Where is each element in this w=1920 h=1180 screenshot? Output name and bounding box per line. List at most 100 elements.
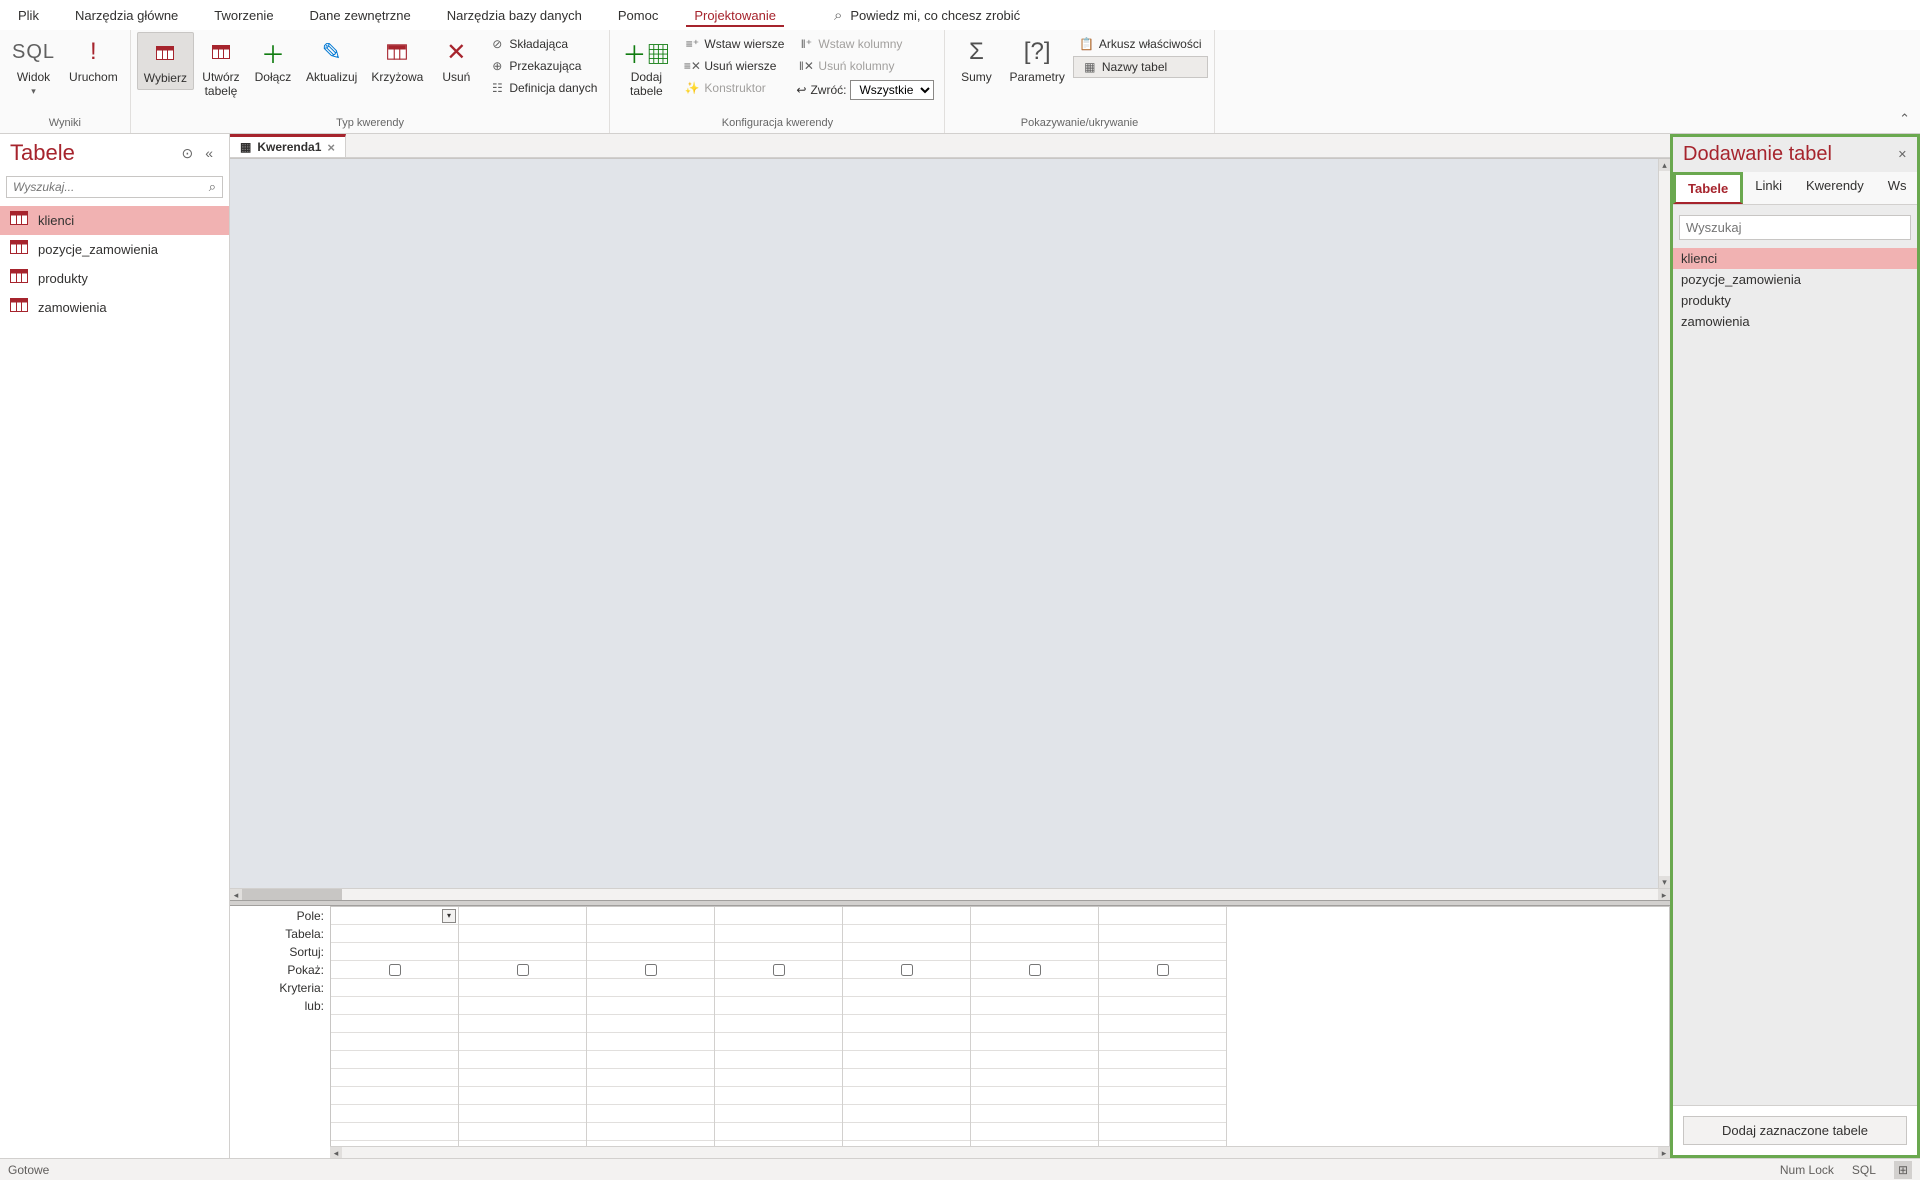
nav-item-zamowienia[interactable]: zamowienia — [0, 293, 229, 322]
grid-cell-or[interactable] — [715, 1051, 842, 1069]
tab-tabele[interactable]: Tabele — [1673, 172, 1743, 204]
grid-cell-pokaz[interactable] — [971, 961, 1098, 979]
grid-cell-kryteria[interactable] — [331, 979, 458, 997]
grid-cell-pole[interactable]: ▾ — [331, 907, 458, 925]
grid-cell-or[interactable] — [587, 1033, 714, 1051]
grid-cell-pokaz[interactable] — [715, 961, 842, 979]
horizontal-scrollbar[interactable]: ◂ ▸ — [230, 888, 1670, 900]
scroll-left-icon[interactable]: ◂ — [330, 1147, 342, 1158]
grid-cell-kryteria[interactable] — [459, 979, 586, 997]
grid-cell-pole[interactable] — [715, 907, 842, 925]
grid-cell-or[interactable] — [715, 1069, 842, 1087]
grid-cell-or[interactable] — [1099, 1069, 1226, 1087]
definicja-danych-button[interactable]: ☷ Definicja danych — [483, 78, 603, 98]
grid-cell-or[interactable] — [459, 1015, 586, 1033]
grid-cell-sortuj[interactable] — [459, 943, 586, 961]
grid-cell-pole[interactable] — [971, 907, 1098, 925]
usun-button[interactable]: ✕ Usuń — [431, 32, 481, 88]
arkusz-wlasciwosci-button[interactable]: 📋 Arkusz właściwości — [1073, 34, 1208, 54]
menu-narzedzia-bazy-danych[interactable]: Narzędzia bazy danych — [439, 4, 590, 27]
panel-search-input[interactable] — [1680, 216, 1910, 239]
grid-cell-tabela[interactable] — [459, 925, 586, 943]
dolacz-button[interactable]: ＋ Dołącz — [248, 32, 298, 88]
collapse-ribbon-button[interactable]: ⌃ — [1889, 105, 1920, 133]
grid-cell-or[interactable] — [843, 1123, 970, 1141]
krzyzowa-button[interactable]: Krzyżowa — [365, 32, 429, 88]
grid-cell-or[interactable] — [843, 1051, 970, 1069]
nav-search-input[interactable] — [7, 177, 203, 197]
grid-cell-sortuj[interactable] — [587, 943, 714, 961]
grid-cell-or[interactable] — [587, 1123, 714, 1141]
grid-cell-or[interactable] — [459, 997, 586, 1015]
menu-projektowanie[interactable]: Projektowanie — [686, 4, 784, 27]
nav-item-klienci[interactable]: klienci — [0, 206, 229, 235]
grid-cell-tabela[interactable] — [331, 925, 458, 943]
grid-cell-pokaz[interactable] — [331, 961, 458, 979]
grid-cell-or[interactable] — [843, 997, 970, 1015]
show-checkbox[interactable] — [901, 964, 913, 976]
close-tab-button[interactable]: × — [327, 140, 335, 155]
parametry-button[interactable]: [?] Parametry — [1003, 32, 1070, 88]
nazwy-tabel-button[interactable]: ▦ Nazwy tabel — [1073, 56, 1208, 78]
grid-cell-or[interactable] — [587, 1015, 714, 1033]
wybierz-button[interactable]: Wybierz — [137, 32, 194, 90]
grid-cell-tabela[interactable] — [1099, 925, 1226, 943]
grid-cell-or[interactable] — [715, 1033, 842, 1051]
grid-cell-or[interactable] — [971, 1123, 1098, 1141]
grid-cell-or[interactable] — [587, 1051, 714, 1069]
grid-cell-pokaz[interactable] — [843, 961, 970, 979]
grid-cell-pokaz[interactable] — [459, 961, 586, 979]
grid-cell-or[interactable] — [459, 1087, 586, 1105]
grid-cell-kryteria[interactable] — [1099, 979, 1226, 997]
field-dropdown-icon[interactable]: ▾ — [442, 909, 456, 923]
nav-item-produkty[interactable]: produkty — [0, 264, 229, 293]
show-checkbox[interactable] — [1029, 964, 1041, 976]
usun-wiersze-button[interactable]: ≡✕ Usuń wiersze — [678, 56, 790, 76]
list-item-produkty[interactable]: produkty — [1673, 290, 1917, 311]
grid-cell-tabela[interactable] — [843, 925, 970, 943]
grid-cell-or[interactable] — [331, 1087, 458, 1105]
tab-kwerendy[interactable]: Kwerendy — [1794, 172, 1876, 204]
sumy-button[interactable]: Σ Sumy — [951, 32, 1001, 88]
grid-cell-or[interactable] — [1099, 1051, 1226, 1069]
menu-narzedzia-glowne[interactable]: Narzędzia główne — [67, 4, 186, 27]
grid-cell-or[interactable] — [971, 1087, 1098, 1105]
grid-cell-tabela[interactable] — [587, 925, 714, 943]
grid-cell-or[interactable] — [587, 1069, 714, 1087]
grid-cell-or[interactable] — [459, 1033, 586, 1051]
grid-cell-or[interactable] — [1099, 1123, 1226, 1141]
nav-dropdown-icon[interactable]: ⊙ — [175, 143, 199, 164]
dodaj-tabele-button[interactable]: ＋▦ Dodaj tabele — [616, 32, 676, 103]
grid-cell-pole[interactable] — [587, 907, 714, 925]
utworz-tabele-button[interactable]: Utwórz tabelę — [196, 32, 246, 103]
list-item-pozycje-zamowienia[interactable]: pozycje_zamowienia — [1673, 269, 1917, 290]
grid-cell-pokaz[interactable] — [587, 961, 714, 979]
show-checkbox[interactable] — [1157, 964, 1169, 976]
grid-cell-sortuj[interactable] — [971, 943, 1098, 961]
grid-cell-or[interactable] — [459, 1123, 586, 1141]
grid-cell-or[interactable] — [843, 1105, 970, 1123]
menu-tworzenie[interactable]: Tworzenie — [206, 4, 281, 27]
doc-tab-kwerenda1[interactable]: ▦ Kwerenda1 × — [230, 134, 346, 157]
grid-cell-kryteria[interactable] — [715, 979, 842, 997]
grid-cell-pole[interactable] — [459, 907, 586, 925]
aktualizuj-button[interactable]: ✎ Aktualizuj — [300, 32, 363, 88]
menu-pomoc[interactable]: Pomoc — [610, 4, 666, 27]
view-sql-button[interactable]: SQL — [1848, 1161, 1880, 1179]
grid-cell-or[interactable] — [331, 1033, 458, 1051]
show-checkbox[interactable] — [773, 964, 785, 976]
grid-cell-sortuj[interactable] — [843, 943, 970, 961]
grid-cell-or[interactable] — [715, 1015, 842, 1033]
show-checkbox[interactable] — [645, 964, 657, 976]
close-panel-button[interactable]: ✕ — [1898, 148, 1907, 161]
wstaw-wiersze-button[interactable]: ≡⁺ Wstaw wiersze — [678, 34, 790, 54]
grid-cell-or[interactable] — [843, 1087, 970, 1105]
grid-cell-or[interactable] — [715, 997, 842, 1015]
grid-cell-or[interactable] — [587, 1087, 714, 1105]
show-checkbox[interactable] — [517, 964, 529, 976]
scroll-right-icon[interactable]: ▸ — [1658, 889, 1670, 900]
view-design-button[interactable]: ⊞ — [1894, 1161, 1912, 1179]
skladajaca-button[interactable]: ⊘ Składająca — [483, 34, 603, 54]
menu-dane-zewnetrzne[interactable]: Dane zewnętrzne — [302, 4, 419, 27]
tell-me-search[interactable]: ⌕ Powiedz mi, co chcesz zrobić — [834, 7, 1020, 24]
